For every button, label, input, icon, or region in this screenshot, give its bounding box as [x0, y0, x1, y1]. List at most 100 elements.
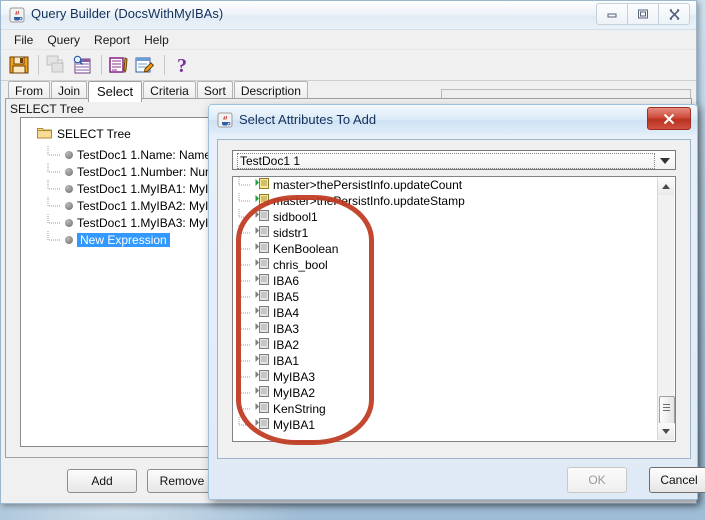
title-bar: Query Builder (DocsWithMyIBAs) — [1, 1, 696, 30]
attribute-icon — [255, 401, 269, 417]
tree-node[interactable]: TestDoc1 1.MyIBA3: MyIBA3 — [45, 214, 232, 231]
attribute-icon — [255, 289, 269, 305]
list-item[interactable]: MyIBA1 — [233, 417, 658, 433]
tree-root-node[interactable]: SELECT Tree — [37, 126, 131, 142]
copy-query-icon[interactable] — [44, 53, 68, 77]
tree-elbow-icon — [237, 209, 251, 225]
tree-node-label: TestDoc1 1.Name: Name — [77, 147, 212, 162]
menu-item-file[interactable]: File — [7, 32, 40, 48]
list-item[interactable]: IBA1 — [233, 353, 658, 369]
list-item[interactable]: MyIBA2 — [233, 385, 658, 401]
save-icon[interactable] — [7, 53, 31, 77]
list-item[interactable]: IBA5 — [233, 289, 658, 305]
folder-icon — [37, 126, 52, 142]
toolbar: ? — [1, 50, 696, 81]
tree-node-new-expression[interactable]: New Expression — [45, 231, 232, 248]
tree-children: TestDoc1 1.Name: Name TestDoc1 1.Number:… — [45, 146, 232, 248]
menu-item-query[interactable]: Query — [40, 32, 87, 48]
attribute-icon — [255, 225, 269, 241]
list-item-label: sidstr1 — [273, 226, 309, 240]
tree-bullet-icon — [65, 218, 73, 227]
list-item[interactable]: IBA3 — [233, 321, 658, 337]
tree-node[interactable]: TestDoc1 1.MyIBA1: MyIBA1 — [45, 180, 232, 197]
list-item[interactable]: master>thePersistInfo.updateCount — [233, 177, 658, 193]
tree-elbow-icon — [237, 369, 251, 385]
attribute-icon — [255, 353, 269, 369]
tree-node-label-selected: New Expression — [77, 232, 170, 247]
close-button[interactable] — [659, 3, 690, 25]
add-button[interactable]: Add — [67, 469, 137, 493]
tree-elbow-icon — [237, 385, 251, 401]
dialog-frame: Select Attributes To Add TestDoc1 1 mast… — [208, 104, 705, 501]
list-item-label: IBA1 — [273, 354, 300, 368]
tree-node[interactable]: TestDoc1 1.Number: Number — [45, 163, 232, 180]
scrollbar-grip-icon — [663, 404, 670, 413]
window-controls — [596, 3, 690, 25]
attribute-source-combo[interactable]: TestDoc1 1 — [232, 150, 676, 170]
tree-elbow-icon — [45, 180, 63, 197]
list-item[interactable]: IBA6 — [233, 273, 658, 289]
tree-elbow-icon — [45, 146, 63, 163]
toolbar-separator — [164, 55, 165, 75]
remove-button[interactable]: Remove — [147, 469, 217, 493]
minimize-button[interactable] — [596, 3, 628, 25]
maximize-button[interactable] — [628, 3, 659, 25]
tree-node[interactable]: TestDoc1 1.MyIBA2: MyIBA2 — [45, 197, 232, 214]
edit-report-icon[interactable] — [107, 53, 131, 77]
tree-bullet-icon — [65, 201, 73, 210]
menu-item-help[interactable]: Help — [137, 32, 176, 48]
list-item-label: sidbool1 — [273, 210, 318, 224]
list-item[interactable]: sidstr1 — [233, 225, 658, 241]
menu-bar: File Query Report Help — [1, 30, 696, 50]
scroll-down-icon[interactable] — [658, 423, 674, 440]
tree-bullet-icon — [65, 150, 73, 159]
tree-elbow-icon — [45, 163, 63, 180]
tree-node[interactable]: TestDoc1 1.Name: Name — [45, 146, 232, 163]
cancel-button[interactable]: Cancel — [649, 467, 705, 493]
list-item-label: IBA4 — [273, 306, 300, 320]
tree-elbow-icon — [237, 177, 251, 193]
list-item[interactable]: master>thePersistInfo.updateStamp — [233, 193, 658, 209]
tab-select[interactable]: Select — [88, 81, 143, 102]
scrollbar-thumb[interactable] — [659, 396, 675, 424]
ok-button[interactable]: OK — [567, 467, 627, 493]
attribute-icon — [255, 273, 269, 289]
list-item[interactable]: KenBoolean — [233, 241, 658, 257]
find-table-icon[interactable] — [70, 53, 94, 77]
tree-elbow-icon — [45, 197, 63, 214]
list-item[interactable]: IBA2 — [233, 337, 658, 353]
dialog-footer: OK Cancel — [209, 463, 705, 501]
list-item-label: chris_bool — [273, 258, 328, 272]
edit-query-icon[interactable] — [133, 53, 157, 77]
tree-elbow-icon — [237, 225, 251, 241]
menu-item-report[interactable]: Report — [87, 32, 137, 48]
java-coffee-cup-icon — [9, 7, 25, 23]
list-item[interactable]: KenString — [233, 401, 658, 417]
list-item-label: KenBoolean — [273, 242, 339, 256]
dialog-close-button[interactable] — [647, 107, 691, 130]
attribute-icon — [255, 257, 269, 273]
tree-elbow-icon — [45, 214, 63, 231]
tree-root-label: SELECT Tree — [57, 127, 131, 141]
attribute-icon — [255, 337, 269, 353]
list-item[interactable]: MyIBA3 — [233, 369, 658, 385]
list-item[interactable]: IBA4 — [233, 305, 658, 321]
attribute-icon — [255, 385, 269, 401]
attributes-list[interactable]: master>thePersistInfo.updateCount master… — [232, 176, 676, 442]
tree-elbow-icon — [45, 231, 63, 248]
toolbar-separator — [101, 55, 102, 75]
chevron-down-icon[interactable] — [660, 158, 670, 164]
scroll-up-icon[interactable] — [658, 178, 674, 195]
list-item[interactable]: sidbool1 — [233, 209, 658, 225]
tree-elbow-icon — [237, 321, 251, 337]
dialog-title: Select Attributes To Add — [239, 112, 377, 127]
list-item-label: MyIBA3 — [273, 370, 316, 384]
dialog-title-bar: Select Attributes To Add — [209, 105, 697, 135]
list-item[interactable]: chris_bool — [233, 257, 658, 273]
help-icon[interactable]: ? — [170, 53, 194, 77]
list-item-label: IBA3 — [273, 322, 300, 336]
attribute-expanded-icon — [255, 177, 269, 193]
tree-elbow-icon — [237, 401, 251, 417]
list-vertical-scrollbar[interactable] — [657, 178, 675, 440]
tree-elbow-icon — [237, 193, 251, 209]
